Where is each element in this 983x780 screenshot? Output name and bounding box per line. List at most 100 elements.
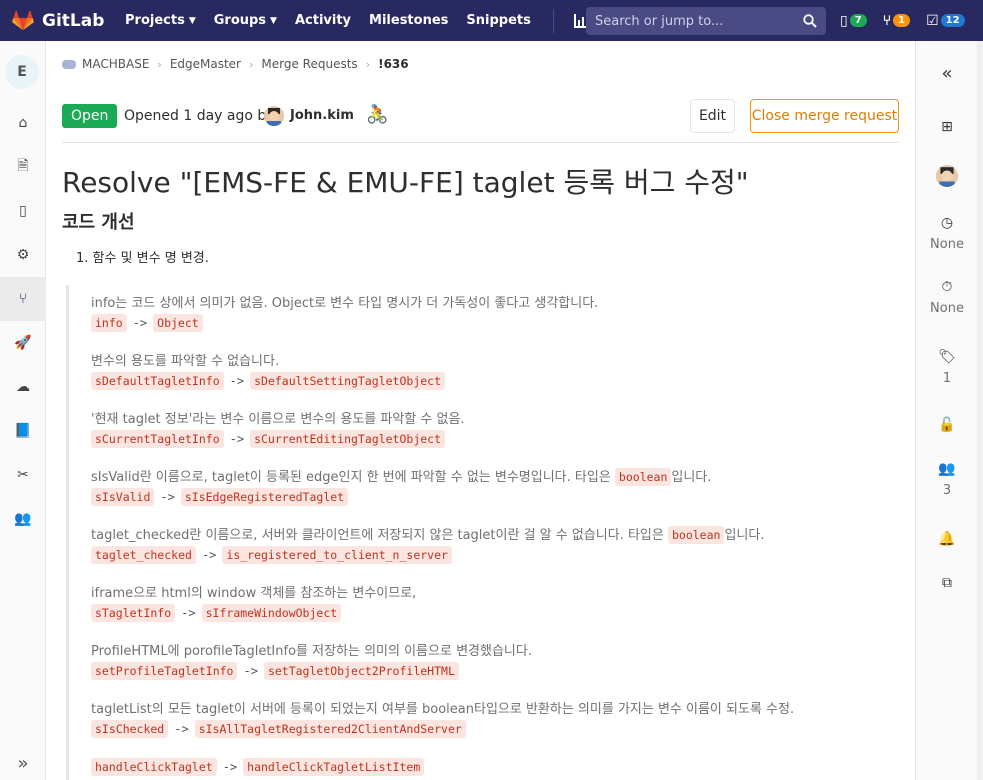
nav-snippets[interactable]: Snippets xyxy=(466,13,530,28)
bell-icon: 🔔 xyxy=(938,531,956,547)
entry-text-b: 입니다. xyxy=(671,470,712,485)
merge-requests-count-badge: 1 xyxy=(893,14,911,27)
rename-line: sTagletInfo -> sIframeWindowObject xyxy=(91,604,342,622)
arrow: -> xyxy=(229,432,245,446)
arrow: -> xyxy=(160,490,175,504)
breadcrumb-mr-id[interactable]: !636 xyxy=(378,57,409,71)
arrow: -> xyxy=(174,722,189,736)
code-to: handleClickTagletListItem xyxy=(243,758,425,776)
nav-projects[interactable]: Projects ▼ xyxy=(125,13,196,28)
arrow: -> xyxy=(229,374,245,388)
nav-milestones[interactable]: Milestones xyxy=(369,13,448,28)
notifications-item[interactable]: 🔔 xyxy=(916,531,978,547)
sidebar-item-repository[interactable]: 🗎 xyxy=(0,145,46,189)
breadcrumb: MACHBASE › EdgeMaster › Merge Requests ›… xyxy=(62,57,409,71)
add-todo-button[interactable]: ⊞ xyxy=(916,119,978,135)
entry-text-b: 입니다. xyxy=(724,528,765,543)
entry-text-a: sIsValid란 이름으로, taglet이 등록된 edge인지 한 번에 … xyxy=(91,470,615,485)
arrow: -> xyxy=(181,606,196,620)
toggle-sidebar-button[interactable]: « xyxy=(916,63,978,84)
sidebar-item-settings-lock[interactable]: ⚙ xyxy=(0,233,46,277)
search-icon xyxy=(803,14,817,28)
sidebar-item-operations[interactable]: ☁ xyxy=(0,365,46,409)
sidebar-item-snippets[interactable]: ✂ xyxy=(0,453,46,497)
copy-reference-item[interactable]: ⧉ xyxy=(916,575,978,591)
time-tracking-item[interactable]: ⏱ None xyxy=(916,279,978,316)
code-to: is_registered_to_client_n_server xyxy=(222,546,452,564)
milestone-item[interactable]: ◷ None xyxy=(916,215,978,252)
entry-text: 변수의 용도를 파악할 수 없습니다. xyxy=(91,354,280,369)
todos-counter[interactable]: ☑ 12 xyxy=(926,12,965,29)
code-to: setTagletObject2ProfileHTML xyxy=(263,662,459,680)
group-logo-icon xyxy=(62,59,76,69)
participants-item[interactable]: 👥 3 xyxy=(916,461,978,498)
nav-activity[interactable]: Activity xyxy=(295,13,351,28)
gitlab-home-link[interactable]: GitLab xyxy=(12,10,112,31)
code-to: sDefaultSettingTagletObject xyxy=(250,372,446,390)
entry-text: sIsValid란 이름으로, taglet이 등록된 edge인지 한 번에 … xyxy=(91,466,712,486)
sidebar-item-project[interactable]: ⌂ xyxy=(0,101,46,145)
nav-groups[interactable]: Groups ▼ xyxy=(214,13,277,28)
stopwatch-icon: ⏱ xyxy=(941,279,953,295)
sidebar-item-wiki[interactable]: 📘 xyxy=(0,409,46,453)
merge-requests-counter[interactable]: ⑂ 1 xyxy=(882,12,911,29)
nav-divider xyxy=(552,8,554,33)
labels-item[interactable]: 🏷 1 xyxy=(916,349,978,386)
document-icon: 🗎 xyxy=(17,158,29,174)
rename-line: taglet_checked -> is_registered_to_clien… xyxy=(91,546,452,564)
nav-projects-label: Projects xyxy=(125,13,185,28)
todo-check-icon: ☑ xyxy=(926,12,939,29)
collapse-sidebar-button[interactable]: » xyxy=(0,753,46,774)
issues-counter[interactable]: ▯ 7 xyxy=(840,13,867,29)
nav-milestones-label: Milestones xyxy=(369,13,449,28)
issues-icon: ▯ xyxy=(840,12,848,29)
search-input[interactable] xyxy=(595,13,785,29)
code-from: sCurrentTagletInfo xyxy=(91,430,224,448)
person-avatar-icon xyxy=(264,106,284,126)
code-from: info xyxy=(91,314,127,332)
edit-button[interactable]: Edit xyxy=(690,99,735,133)
scissors-icon: ✂ xyxy=(17,467,29,483)
chevron-down-icon: ▼ xyxy=(270,15,277,26)
rename-line: setProfileTagletInfo -> setTagletObject2… xyxy=(91,662,459,680)
sidebar-item-cicd[interactable]: 🚀 xyxy=(0,321,46,365)
entry-text: ProfileHTML에 porofileTagletInfo를 저장하는 의미… xyxy=(91,644,532,659)
assignee-item[interactable] xyxy=(916,165,978,187)
assignee-avatar xyxy=(936,165,958,187)
top-navbar: GitLab Projects ▼ Groups ▼ Activity Milest… xyxy=(0,0,983,41)
clock-icon: ◷ xyxy=(940,215,954,231)
close-merge-request-button[interactable]: Close merge request xyxy=(750,99,899,133)
code-to: sCurrentEditingTagletObject xyxy=(250,430,446,448)
lock-icon: 🔓 xyxy=(938,417,956,433)
code-from: taglet_checked xyxy=(91,546,196,564)
list-item: 1. 함수 및 변수 명 변경. xyxy=(76,251,209,266)
breadcrumb-group[interactable]: MACHBASE xyxy=(82,57,149,71)
author-avatar[interactable] xyxy=(264,106,284,126)
breadcrumb-merge-requests[interactable]: Merge Requests xyxy=(261,57,357,71)
merge-request-icon: ⑂ xyxy=(882,12,892,29)
author-name[interactable]: John.kim xyxy=(290,108,354,123)
sidebar-item-merge-requests[interactable]: ⑂ xyxy=(0,277,46,321)
double-chevron-left-icon: « xyxy=(941,63,953,84)
code-to: Object xyxy=(153,314,203,332)
code-from: sDefaultTagletInfo xyxy=(91,372,224,390)
sidebar-item-members[interactable]: 👥 xyxy=(0,497,46,541)
search-box[interactable] xyxy=(586,7,826,35)
breadcrumb-project[interactable]: EdgeMaster xyxy=(170,57,241,71)
book-icon: 📘 xyxy=(14,423,32,439)
rename-line: sIsValid -> sIsEdgeRegisteredTaglet xyxy=(91,488,349,506)
opened-time[interactable]: 1 day ago xyxy=(183,108,253,124)
person-avatar-icon xyxy=(936,165,958,187)
scrollbar[interactable] xyxy=(977,41,983,780)
gitlab-logo-icon xyxy=(12,10,34,30)
code-from: sTagletInfo xyxy=(91,604,176,622)
arrow: -> xyxy=(132,316,148,330)
users-icon: 👥 xyxy=(938,461,956,477)
opened-prefix: Opened xyxy=(124,108,179,124)
lock-item[interactable]: 🔓 xyxy=(916,417,978,433)
sidebar-item-issues[interactable]: ▯ xyxy=(0,189,46,233)
chevron-right-icon: › xyxy=(249,57,254,71)
users-icon: 👥 xyxy=(14,511,32,527)
project-avatar[interactable]: E xyxy=(5,55,39,89)
code-to: sIsEdgeRegisteredTaglet xyxy=(180,488,349,506)
